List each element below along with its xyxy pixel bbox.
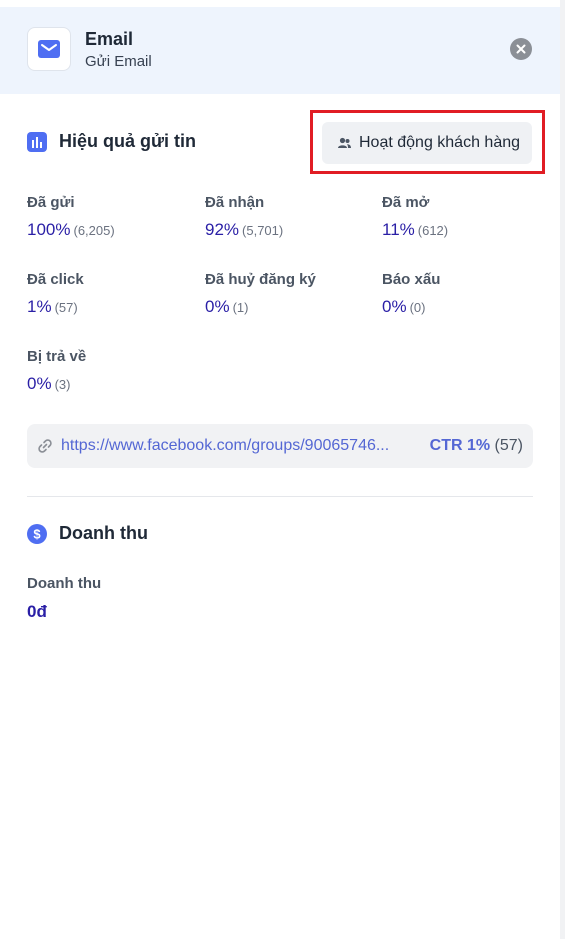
stat-count: (1) bbox=[232, 300, 249, 315]
tracked-link-url[interactable]: https://www.facebook.com/groups/90065746… bbox=[61, 437, 401, 455]
stat-label: Báo xấu bbox=[382, 271, 441, 288]
tracked-link-row[interactable]: https://www.facebook.com/groups/90065746… bbox=[27, 424, 533, 468]
ctr-count: (57) bbox=[494, 437, 523, 454]
revenue-title: Doanh thu bbox=[59, 523, 148, 543]
stat-percent: 1% bbox=[27, 297, 52, 316]
stat-count: (612) bbox=[417, 223, 449, 238]
performance-section-header: Hiệu quả gửi tin bbox=[27, 131, 196, 152]
stat-received: Đã nhận 92% (5,701) bbox=[205, 194, 283, 240]
stat-percent: 92% bbox=[205, 220, 240, 239]
dollar-icon: $ bbox=[27, 523, 47, 544]
scrollbar-track[interactable] bbox=[560, 0, 565, 939]
performance-title: Hiệu quả gửi tin bbox=[59, 131, 197, 151]
link-icon bbox=[38, 439, 52, 453]
customer-activity-label: Hoạt động khách hàng bbox=[359, 134, 521, 151]
stat-percent: 0% bbox=[27, 374, 52, 393]
stat-label: Đã click bbox=[27, 271, 84, 288]
close-icon bbox=[516, 44, 526, 54]
stat-bounced: Bị trả về 0% (3) bbox=[27, 348, 86, 394]
users-icon bbox=[338, 137, 351, 148]
stat-clicked: Đã click 1% (57) bbox=[27, 271, 84, 317]
revenue-label: Doanh thu bbox=[27, 575, 102, 592]
stat-sent: Đã gửi 100% (6,205) bbox=[27, 194, 115, 240]
stat-label: Đã gửi bbox=[27, 194, 75, 211]
bar-chart-icon bbox=[27, 131, 47, 152]
mail-icon bbox=[27, 27, 71, 71]
stat-percent: 0% bbox=[382, 297, 407, 316]
stat-label: Đã nhận bbox=[205, 194, 265, 211]
panel-header: Email Gửi Email bbox=[0, 7, 560, 94]
customer-activity-button[interactable]: Hoạt động khách hàng bbox=[322, 122, 532, 164]
stat-percent: 100% bbox=[27, 220, 71, 239]
svg-text:$: $ bbox=[33, 526, 41, 541]
revenue-value: 0đ bbox=[27, 602, 47, 621]
stat-count: (0) bbox=[409, 300, 426, 315]
stat-percent: 11% bbox=[382, 220, 415, 239]
stat-count: (5,701) bbox=[242, 223, 284, 238]
stat-opened: Đã mở 11% (612) bbox=[382, 194, 448, 240]
stat-label: Bị trả về bbox=[27, 348, 87, 365]
panel-subtitle: Gửi Email bbox=[85, 53, 152, 70]
stat-count: (6,205) bbox=[73, 223, 115, 238]
section-divider bbox=[27, 496, 533, 497]
stat-count: (3) bbox=[54, 377, 71, 392]
stat-unsubscribed: Đã huỷ đăng ký 0% (1) bbox=[205, 271, 316, 317]
stat-label: Đã huỷ đăng ký bbox=[205, 271, 316, 288]
ctr-label: CTR 1% bbox=[429, 437, 491, 454]
revenue-section-header: $ Doanh thu bbox=[27, 523, 148, 544]
stat-label: Đã mở bbox=[382, 194, 430, 211]
stat-count: (57) bbox=[54, 300, 78, 315]
panel-title: Email bbox=[85, 29, 134, 49]
stat-reported: Báo xấu 0% (0) bbox=[382, 271, 440, 317]
close-button[interactable] bbox=[510, 38, 532, 60]
stat-percent: 0% bbox=[205, 297, 230, 316]
ctr-value: CTR 1% (57) bbox=[430, 437, 523, 455]
